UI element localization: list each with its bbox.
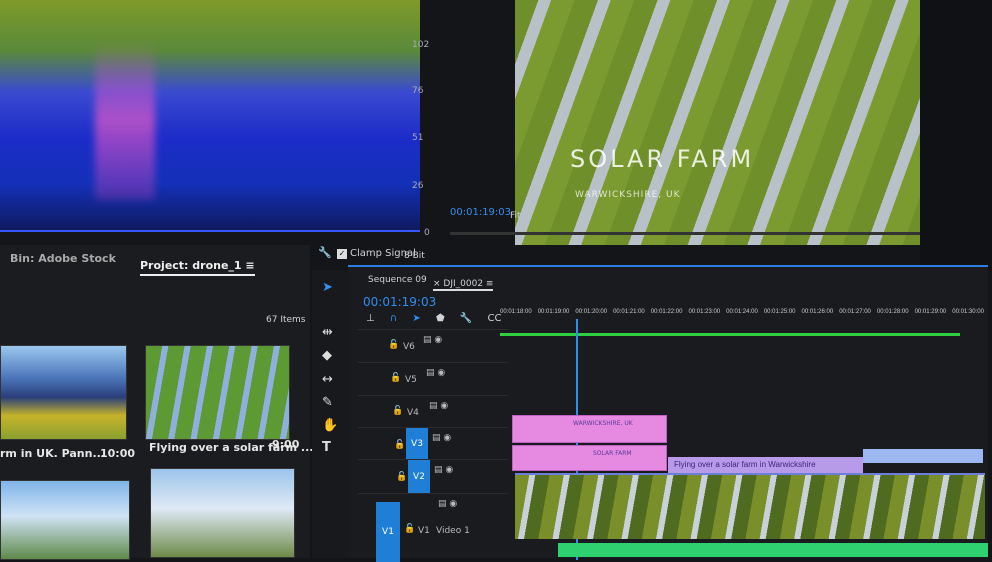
sync-icon[interactable]: ▤ ◉ — [429, 401, 448, 411]
audio-clip[interactable] — [558, 543, 988, 557]
ruler-label: 00:01:27:00 — [839, 309, 871, 315]
track-header-v5: 🔓 V5 ▤ ◉ — [358, 362, 508, 392]
sequence-timecode[interactable]: 00:01:19:03 — [363, 295, 436, 309]
graphic-clip-label: SOLAR FARM — [593, 450, 632, 457]
time-ruler[interactable]: 00:01:18:00 00:01:19:00 00:01:20:00 00:01:2… — [500, 309, 984, 319]
slip-tool-icon[interactable]: ↔ — [322, 372, 333, 387]
target-v3[interactable]: V3 — [406, 428, 428, 460]
lock-icon[interactable]: 🔓 — [390, 373, 401, 383]
tab-sequence[interactable]: Sequence 09 — [368, 275, 427, 285]
lock-icon[interactable]: 🔓 — [392, 406, 403, 416]
lock-icon[interactable]: 🔓 — [396, 472, 407, 482]
title-clip[interactable] — [863, 449, 983, 463]
sync-icon[interactable]: ▤ ◉ — [434, 465, 453, 475]
graphic-clip-label: WARWICKSHIRE, UK — [573, 420, 633, 427]
timeline-toolbar[interactable]: ⊥ ∩ ➤ ⬟ 🔧 CC — [366, 313, 502, 324]
graphic-clip[interactable]: SOLAR FARM — [512, 445, 667, 471]
sync-icon[interactable]: ▤ ◉ — [426, 368, 445, 378]
tab-clip-label: DJI_0002 — [443, 279, 484, 289]
work-area-bar[interactable] — [500, 333, 960, 336]
ruler-label: 00:01:30:00 — [952, 309, 984, 315]
ruler-label: 00:01:24:00 — [726, 309, 758, 315]
tab-project[interactable]: Project: drone_1 ≡ — [140, 259, 255, 276]
track-header-v4: 🔓 V4 ▤ ◉ — [358, 395, 508, 425]
track-header-v1: V1 🔓 V1 Video 1 ▤ ◉ — [358, 493, 508, 562]
ruler-label: 00:01:22:00 — [650, 309, 683, 315]
scope-scale-label: 51 — [412, 133, 424, 143]
snap-icon[interactable]: ∩ — [390, 313, 397, 324]
scope-scale-label: 76 — [412, 86, 424, 96]
subtitle-overlay: WARWICKSHIRE, UK — [575, 190, 681, 200]
track-name: V1 — [418, 526, 430, 536]
target-v1[interactable]: V1 — [376, 502, 400, 562]
clip-thumbnail[interactable] — [0, 345, 127, 440]
clip-thumbnail[interactable] — [145, 345, 290, 440]
project-panel: Bin: Adobe Stock Project: drone_1 ≡ 67 I… — [0, 245, 313, 560]
lock-icon[interactable]: 🔓 — [394, 440, 405, 450]
track-header-v3: 🔓 V3 ▤ ◉ — [358, 427, 508, 460]
sync-icon[interactable]: ▤ ◉ — [438, 499, 457, 509]
clamp-signal-checkbox[interactable]: ✓ — [337, 249, 347, 259]
track-name: V4 — [407, 408, 419, 418]
wrench-icon[interactable]: 🔧 — [318, 246, 332, 259]
ripple-edit-icon[interactable]: ◆ — [322, 348, 332, 363]
track-name: V5 — [405, 375, 417, 385]
title-clip-label: Flying over a solar farm in Warwickshire — [674, 460, 816, 469]
track-select-icon[interactable]: ⇹ — [322, 325, 333, 340]
program-timecode[interactable]: 00:01:19:03 — [450, 207, 511, 218]
sync-icon[interactable]: ▤ ◉ — [432, 433, 451, 443]
ruler-label: 00:01:25:00 — [763, 309, 796, 315]
sync-icon[interactable]: ▤ ◉ — [423, 335, 442, 345]
video-clip[interactable] — [515, 473, 985, 539]
items-count: 67 Items — [266, 315, 306, 325]
side-panel — [920, 0, 992, 270]
clip-name: rm in UK. Pann... — [0, 447, 105, 460]
zoom-select[interactable]: Fit — [510, 211, 521, 221]
track-name: V6 — [403, 342, 415, 352]
track-header-v2: 🔓 V2 ▤ ◉ — [358, 459, 508, 494]
lumetri-scope — [0, 0, 420, 232]
bit-depth-select[interactable]: 8 Bit — [404, 251, 425, 261]
ruler-label: 00:01:20:00 — [575, 309, 608, 315]
clip-duration: 9:00 — [272, 438, 300, 451]
tab-bin[interactable]: Bin: Adobe Stock — [10, 252, 116, 265]
ruler-label: 00:01:23:00 — [688, 309, 721, 315]
target-v2[interactable]: V2 — [408, 460, 430, 494]
tab-project-label: Project: drone_1 — [140, 259, 242, 272]
track-label: Video 1 — [436, 526, 470, 536]
title-overlay: SOLAR FARM — [570, 145, 755, 173]
ruler-label: 00:01:21:00 — [613, 309, 645, 315]
program-scrubber[interactable] — [450, 232, 920, 235]
clip-thumbnail[interactable] — [150, 468, 295, 558]
insert-icon[interactable]: ⊥ — [366, 313, 375, 324]
timeline-panel: Sequence 09 × DJI_0002 ≡ 00:01:19:03 ⊥ ∩… — [348, 265, 988, 562]
track-header-v6: 🔓 V6 ▤ ◉ — [358, 329, 508, 359]
title-clip[interactable]: Flying over a solar farm in Warwickshire — [668, 457, 863, 473]
lock-icon[interactable]: 🔓 — [388, 340, 399, 350]
marker-icon[interactable]: ⬟ — [436, 313, 445, 324]
settings-wrench-icon[interactable]: 🔧 — [460, 313, 472, 324]
ruler-label: 00:01:28:00 — [876, 309, 909, 315]
scope-scale-label: 26 — [412, 181, 424, 191]
scope-scale-label: 102 — [412, 40, 430, 50]
tools-panel: ➤ ⇹ ◆ ↔ ✎ ✋ T — [312, 270, 348, 558]
pen-tool-icon[interactable]: ✎ — [322, 395, 333, 410]
ruler-label: 00:01:18:00 — [500, 309, 532, 315]
clip-duration: 10:00 — [100, 447, 136, 460]
selection-tool-icon[interactable]: ➤ — [322, 280, 333, 295]
ruler-label: 00:01:26:00 — [801, 309, 834, 315]
lock-icon[interactable]: 🔓 — [404, 524, 415, 534]
clip-thumbnail[interactable] — [0, 480, 130, 560]
hand-tool-icon[interactable]: ✋ — [322, 418, 338, 433]
linked-selection-icon[interactable]: ➤ — [412, 313, 420, 324]
scope-scale-label: 0 — [424, 228, 430, 238]
type-tool-icon[interactable]: T — [322, 440, 331, 455]
tab-clip[interactable]: × DJI_0002 ≡ — [433, 279, 494, 291]
program-monitor[interactable]: SOLAR FARM WARWICKSHIRE, UK — [515, 0, 920, 245]
graphic-clip[interactable]: WARWICKSHIRE, UK — [512, 415, 667, 443]
ruler-label: 00:01:19:00 — [537, 309, 570, 315]
ruler-label: 00:01:29:00 — [914, 309, 947, 315]
